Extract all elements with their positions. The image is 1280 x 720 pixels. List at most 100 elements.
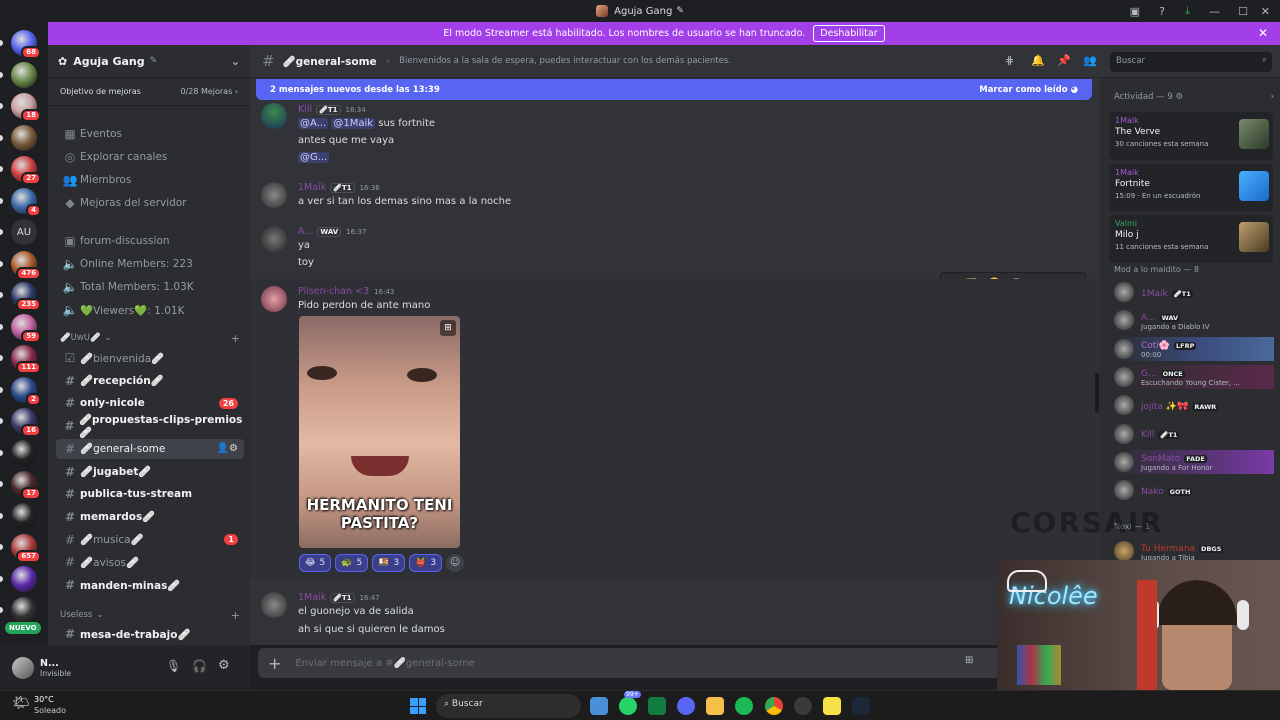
new-badge[interactable]: NUEVO bbox=[5, 622, 41, 634]
search-input[interactable]: Buscar ⌕ bbox=[1110, 52, 1272, 72]
weather-temp[interactable]: 30°C bbox=[34, 695, 54, 704]
server-icon[interactable] bbox=[0, 61, 37, 88]
channel-item[interactable]: # memardos🩹 bbox=[56, 507, 244, 527]
steam-icon[interactable] bbox=[852, 697, 870, 715]
taskbar-search[interactable]: ⌕ Buscar bbox=[436, 694, 581, 718]
download-icon[interactable]: ⤓ bbox=[1185, 0, 1190, 22]
pin-icon[interactable]: 📌 bbox=[1057, 54, 1071, 67]
mention[interactable]: @A... bbox=[298, 118, 329, 129]
category-useless[interactable]: Useless ⌄ + bbox=[60, 609, 240, 622]
channel-item[interactable]: # publica-tus-stream bbox=[56, 484, 244, 504]
info-channel[interactable]: 🔈 💚Viewers💚: 1.01K bbox=[56, 300, 244, 320]
threads-icon[interactable]: ⋕ bbox=[1005, 54, 1014, 67]
headphones-icon[interactable]: 🎧 bbox=[192, 659, 207, 673]
minimize-icon[interactable]: — bbox=[1209, 0, 1220, 22]
server-icon[interactable]: 4 bbox=[0, 187, 41, 217]
boost-goal[interactable]: Objetivo de mejoras 0/28 Mejoras › bbox=[48, 78, 250, 106]
scrollbar[interactable] bbox=[1095, 373, 1099, 413]
disable-streamer-button[interactable]: Deshabilitar bbox=[813, 25, 885, 42]
add-channel-icon[interactable]: + bbox=[231, 332, 240, 345]
author-name[interactable]: 1Maik bbox=[298, 182, 326, 193]
gif-icon[interactable]: ⊞ bbox=[440, 320, 456, 336]
weather-icon[interactable]: 🌤 bbox=[12, 695, 30, 711]
server-icon[interactable] bbox=[0, 565, 37, 592]
channel-item[interactable]: # 🩹propuestas-clips-premios🩹 bbox=[56, 414, 244, 439]
channel-item[interactable]: ☑ 🩹bienvenida🩹 bbox=[56, 348, 244, 368]
close-banner-icon[interactable]: ✕ bbox=[1258, 26, 1268, 40]
composer-placeholder[interactable]: Enviar mensaje a #🩹general-some bbox=[295, 658, 474, 669]
reaction-chip[interactable]: 🐢 5 bbox=[335, 554, 369, 572]
member-item[interactable]: Kill 🩹T1 bbox=[1114, 422, 1274, 446]
server-icon[interactable] bbox=[0, 124, 37, 151]
server-icon[interactable]: AU bbox=[0, 219, 37, 245]
activity-card[interactable]: Valmi Milo j 11 canciones esta semana bbox=[1109, 215, 1273, 263]
windows-start-icon[interactable] bbox=[410, 698, 426, 714]
channel-item[interactable]: # 🩹jugabet🩹 bbox=[56, 462, 244, 482]
activity-card[interactable]: 1Maik The Verve 30 canciones esta semana bbox=[1109, 112, 1273, 160]
notepad-icon[interactable] bbox=[590, 697, 608, 715]
chevron-right-icon[interactable]: › bbox=[1271, 92, 1274, 102]
server-header[interactable]: ✿ Aguja Gang ✎ ⌄ bbox=[48, 45, 250, 78]
channel-item[interactable]: # 🩹recepción🩹 bbox=[56, 371, 244, 391]
sticky-notes-icon[interactable] bbox=[823, 697, 841, 715]
server-icon[interactable]: 16 bbox=[0, 408, 41, 437]
file-explorer-icon[interactable] bbox=[706, 697, 724, 715]
discord-icon[interactable] bbox=[677, 697, 695, 715]
server-icon[interactable]: 2 bbox=[0, 376, 41, 406]
new-messages-bar[interactable]: 2 mensajes nuevos desde las 13:39 Marcar… bbox=[256, 79, 1092, 100]
server-icon[interactable] bbox=[0, 597, 37, 623]
excel-icon[interactable] bbox=[648, 697, 666, 715]
server-icon[interactable]: 27 bbox=[0, 156, 41, 185]
author-name[interactable]: A... bbox=[298, 226, 313, 237]
member-item[interactable]: 1Maik 🩹T1 bbox=[1114, 280, 1274, 304]
message-composer[interactable]: + Enviar mensaje a #🩹general-some ⊞ bbox=[258, 648, 1094, 678]
weather-desc[interactable]: Soleado bbox=[34, 706, 66, 715]
server-icon[interactable]: 59 bbox=[0, 313, 41, 343]
server-icon[interactable]: 111 bbox=[0, 345, 41, 374]
channel-item[interactable]: # 🩹general-some 👤⚙ bbox=[56, 438, 244, 459]
channel-item[interactable]: # manden-minas🩹 bbox=[56, 575, 244, 595]
microphone-icon[interactable]: 🎙 bbox=[166, 659, 181, 673]
member-item[interactable]: Nako GOTH bbox=[1114, 478, 1274, 502]
chrome-icon[interactable] bbox=[765, 697, 783, 715]
avatar[interactable] bbox=[12, 656, 34, 679]
maximize-icon[interactable]: ☐ bbox=[1238, 0, 1248, 22]
server-icon[interactable]: 235 bbox=[0, 282, 41, 311]
reaction-chip[interactable]: 👹 3 bbox=[409, 554, 443, 572]
nav-compass[interactable]: ◎ Explorar canales bbox=[56, 147, 244, 167]
server-icon[interactable] bbox=[0, 502, 37, 529]
help-icon[interactable]: ? bbox=[1159, 0, 1165, 22]
server-icon[interactable] bbox=[0, 439, 37, 466]
mention[interactable]: @G... bbox=[298, 152, 330, 163]
settings-gear-icon[interactable]: ⚙ bbox=[218, 658, 230, 673]
mention[interactable]: @1Maik bbox=[331, 118, 376, 129]
author-name[interactable]: Pilsen-chan <3 bbox=[298, 286, 369, 297]
server-icon[interactable]: 68 bbox=[0, 30, 41, 59]
info-channel[interactable]: ▣ forum-discussion bbox=[56, 231, 244, 251]
author-name[interactable]: Kill bbox=[298, 104, 312, 115]
meme-image[interactable]: HERMANITO TENI PASTITA? ⊞ bbox=[299, 316, 460, 548]
member-item[interactable]: jojita ✨🎀 RAWR bbox=[1114, 393, 1274, 417]
avatar[interactable] bbox=[261, 182, 287, 208]
member-item[interactable]: SonMato FADE Jugando a For Honor bbox=[1114, 449, 1274, 474]
member-item[interactable]: A... WAV Jugando a Diablo IV bbox=[1114, 308, 1274, 332]
spotify-icon[interactable] bbox=[735, 697, 753, 715]
nav-calendar[interactable]: ▦ Eventos bbox=[56, 124, 244, 144]
add-reaction-icon[interactable]: ☺ bbox=[446, 554, 465, 572]
channel-item[interactable]: # 🩹avisos🩹 bbox=[56, 552, 244, 572]
channel-item[interactable]: # 🩹musica🩹 1 bbox=[56, 530, 244, 550]
author-name[interactable]: 1Maik bbox=[298, 592, 326, 603]
members-icon[interactable]: 👥 bbox=[1083, 54, 1097, 67]
reaction-chip[interactable]: 🍱 3 bbox=[372, 554, 406, 572]
avatar[interactable] bbox=[261, 592, 287, 618]
avatar[interactable] bbox=[261, 286, 287, 312]
inbox-icon[interactable]: ▣ bbox=[1130, 0, 1140, 22]
nav-members[interactable]: 👥 Miembros bbox=[56, 170, 244, 190]
server-icon[interactable]: 657 bbox=[0, 534, 41, 563]
server-icon[interactable]: 17 bbox=[0, 471, 41, 500]
add-attachment-icon[interactable]: + bbox=[268, 654, 281, 673]
mark-read-button[interactable]: Marcar como leído bbox=[979, 85, 1067, 95]
channel-item[interactable]: # only-nicole 26 bbox=[56, 393, 244, 413]
info-channel[interactable]: 🔈 Total Members: 1.03K bbox=[56, 277, 244, 297]
server-icon[interactable]: 18 bbox=[0, 93, 41, 122]
